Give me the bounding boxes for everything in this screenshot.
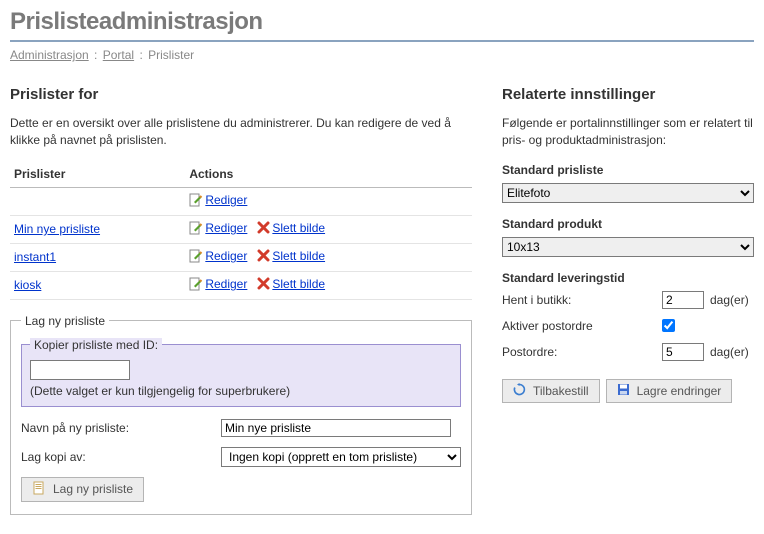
- table-row: instant1 Rediger Slett bilde: [10, 243, 472, 271]
- save-button[interactable]: Lagre endringer: [606, 379, 733, 403]
- pricelists-heading: Prislister for: [10, 86, 472, 103]
- related-settings-heading: Relaterte innstillinger: [502, 86, 754, 103]
- copy-id-input[interactable]: [30, 360, 130, 380]
- delete-icon: [257, 277, 270, 293]
- page-title: Prislisteadministrasjon: [10, 8, 754, 36]
- pickup-label: Hent i butikk:: [502, 293, 662, 307]
- breadcrumb-portal[interactable]: Portal: [103, 48, 134, 62]
- pickup-suffix: dag(er): [710, 293, 749, 307]
- breadcrumb-admin[interactable]: Administrasjon: [10, 48, 89, 62]
- pricelists-table: Prislister Actions RedigerMin nye prisli…: [10, 163, 472, 300]
- mailorder-enable-label: Aktiver postordre: [502, 319, 662, 333]
- copy-id-fieldset: Kopier prisliste med ID: (Dette valget e…: [21, 338, 461, 407]
- copy-id-legend: Kopier prisliste med ID:: [30, 338, 162, 352]
- related-settings-intro: Følgende er portalinnstillinger som er r…: [502, 115, 754, 149]
- new-pricelist-fieldset: Lag ny prisliste Kopier prisliste med ID…: [10, 314, 472, 515]
- edit-icon: [189, 193, 203, 210]
- col-actions-header: Actions: [185, 163, 472, 188]
- std-pricelist-label: Standard prisliste: [502, 163, 754, 177]
- create-pricelist-label: Lag ny prisliste: [53, 482, 133, 496]
- table-row: Rediger: [10, 187, 472, 215]
- delete-icon: [257, 221, 270, 237]
- reset-label: Tilbakestill: [533, 384, 589, 398]
- divider: [10, 40, 754, 42]
- pricelist-name-link[interactable]: Min nye prisliste: [14, 222, 100, 236]
- document-new-icon: [32, 481, 46, 498]
- save-label: Lagre endringer: [637, 384, 722, 398]
- std-product-select[interactable]: 10x13: [502, 237, 754, 257]
- mailorder-enable-checkbox[interactable]: [662, 319, 675, 332]
- std-pricelist-select[interactable]: Elitefoto: [502, 183, 754, 203]
- copy-of-select[interactable]: Ingen kopi (opprett en tom prisliste): [221, 447, 461, 467]
- delete-icon: [257, 249, 270, 265]
- new-name-label: Navn på ny prisliste:: [21, 421, 221, 435]
- edit-link[interactable]: Rediger: [205, 193, 247, 207]
- copy-id-note: (Dette valget er kun tilgjengelig for su…: [30, 384, 452, 398]
- delete-link[interactable]: Slett bilde: [272, 277, 325, 291]
- pricelists-intro: Dette er en oversikt over alle prisliste…: [10, 115, 472, 149]
- edit-icon: [189, 249, 203, 266]
- std-product-label: Standard produkt: [502, 217, 754, 231]
- edit-link[interactable]: Rediger: [205, 277, 247, 291]
- refresh-icon: [513, 383, 526, 399]
- mailorder-input[interactable]: [662, 343, 704, 361]
- mailorder-label: Postordre:: [502, 345, 662, 359]
- edit-link[interactable]: Rediger: [205, 221, 247, 235]
- table-row: Min nye prisliste Rediger Slett bilde: [10, 215, 472, 243]
- table-row: kiosk Rediger Slett bilde: [10, 271, 472, 299]
- new-name-input[interactable]: [221, 419, 451, 437]
- pickup-input[interactable]: [662, 291, 704, 309]
- edit-link[interactable]: Rediger: [205, 249, 247, 263]
- delete-link[interactable]: Slett bilde: [272, 221, 325, 235]
- col-name-header: Prislister: [10, 163, 185, 188]
- new-pricelist-legend: Lag ny prisliste: [21, 314, 109, 328]
- mailorder-suffix: dag(er): [710, 345, 749, 359]
- create-pricelist-button[interactable]: Lag ny prisliste: [21, 477, 144, 502]
- edit-icon: [189, 221, 203, 238]
- delete-link[interactable]: Slett bilde: [272, 249, 325, 263]
- breadcrumb: Administrasjon : Portal : Prislister: [10, 48, 754, 62]
- save-icon: [617, 383, 630, 399]
- pricelist-name-link[interactable]: instant1: [14, 250, 56, 264]
- std-delivery-label: Standard leveringstid: [502, 271, 754, 285]
- copy-of-label: Lag kopi av:: [21, 450, 221, 464]
- pricelist-name-link[interactable]: kiosk: [14, 278, 41, 292]
- reset-button[interactable]: Tilbakestill: [502, 379, 600, 403]
- edit-icon: [189, 277, 203, 294]
- breadcrumb-current: Prislister: [148, 48, 194, 62]
